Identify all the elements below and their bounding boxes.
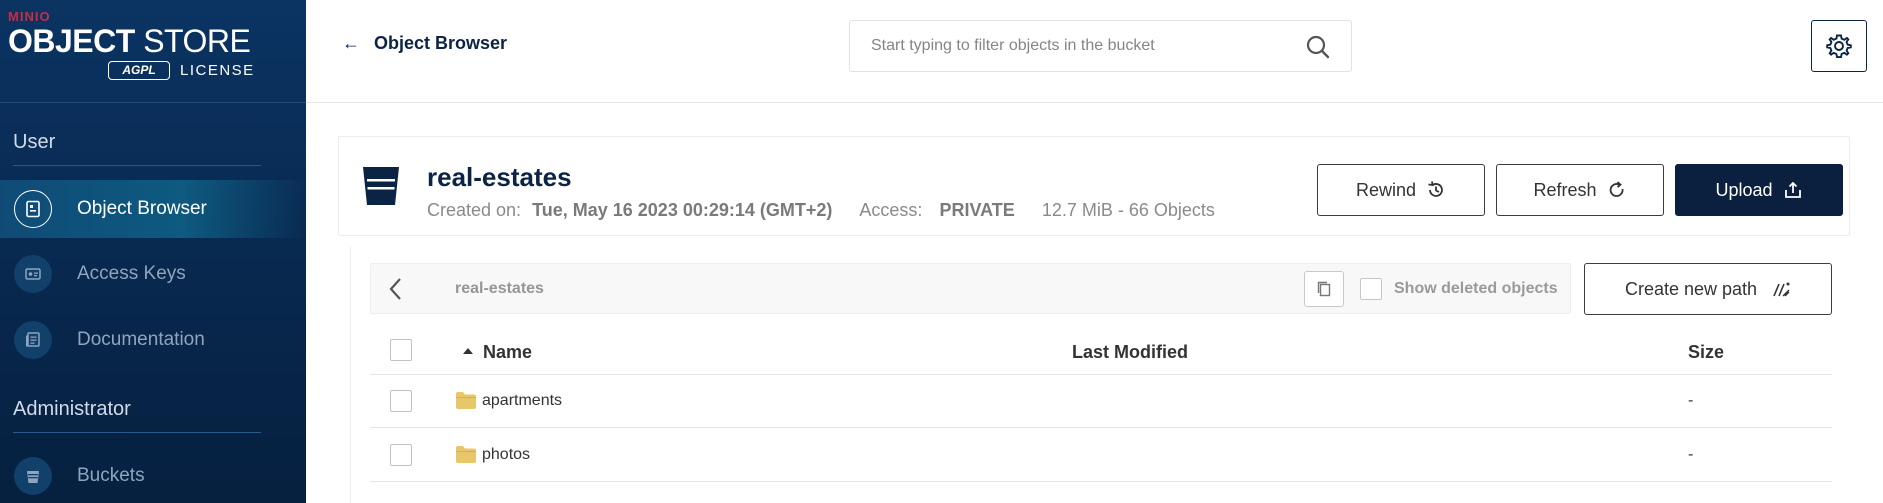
- sort-asc-icon[interactable]: [463, 348, 473, 354]
- bucket-meta: Created on: Tue, May 16 2023 00:29:14 (G…: [427, 200, 1215, 221]
- rewind-button-label: Rewind: [1355, 179, 1417, 200]
- section-title-administrator: Administrator: [13, 398, 131, 420]
- create-new-path-button[interactable]: Create new path: [1584, 263, 1832, 315]
- section-title-user: User: [13, 131, 56, 153]
- column-header-name[interactable]: Name: [483, 342, 532, 363]
- copy-icon: [1317, 281, 1331, 297]
- table-row[interactable]: photos -: [370, 429, 1832, 482]
- folder-icon: [456, 392, 476, 409]
- chevron-left-icon[interactable]: [383, 276, 409, 302]
- sidebar-item-label: Access Keys: [77, 263, 186, 284]
- access-keys-icon: [14, 255, 52, 293]
- documentation-icon: [14, 321, 52, 359]
- section-divider: [13, 432, 261, 433]
- access-value: PRIVATE: [939, 200, 1015, 220]
- show-deleted-checkbox[interactable]: [1360, 278, 1382, 300]
- object-browser-icon: [14, 190, 52, 228]
- buckets-icon: [14, 457, 52, 495]
- access-label: Access:: [859, 200, 923, 220]
- row-size: -: [1688, 446, 1694, 463]
- table-row[interactable]: apartments -: [370, 375, 1832, 428]
- create-path-label: Create new path: [1624, 278, 1758, 299]
- folder-icon: [456, 446, 476, 463]
- upload-button-label: Upload: [1715, 179, 1773, 200]
- upload-icon: [1784, 181, 1801, 198]
- search-icon[interactable]: [1305, 34, 1331, 60]
- created-value: Tue, May 16 2023 00:29:14 (GMT+2): [532, 200, 833, 220]
- sidebar-item-label: Object Browser: [77, 198, 207, 219]
- gear-icon: [1826, 34, 1852, 59]
- bucket-header: real-estates Created on: Tue, May 16 202…: [338, 136, 1850, 236]
- bucket-summary: 12.7 MiB - 66 Objects: [1041, 200, 1215, 220]
- column-header-size[interactable]: Size: [1688, 342, 1724, 363]
- new-path-icon: [1773, 282, 1790, 297]
- column-header-last-modified[interactable]: Last Modified: [1072, 342, 1188, 363]
- sidebar: MINIO OBJECT STORE AGPL LICENSE User Obj…: [0, 0, 306, 503]
- agpl-badge: AGPL: [108, 61, 170, 80]
- object-browser-panel: real-estates Show deleted objects Create…: [350, 247, 1850, 503]
- arrow-left-icon: ←: [342, 33, 360, 53]
- refresh-icon: [1609, 181, 1623, 197]
- sidebar-item-object-browser[interactable]: Object Browser: [0, 180, 306, 238]
- show-deleted-label: Show deleted objects: [1394, 280, 1558, 297]
- sidebar-item-documentation[interactable]: Documentation: [0, 311, 306, 369]
- sidebar-item-buckets[interactable]: Buckets: [0, 447, 306, 503]
- sidebar-item-access-keys[interactable]: Access Keys: [0, 245, 306, 303]
- copy-path-button[interactable]: [1304, 271, 1344, 307]
- back-to-object-browser-link[interactable]: ← Object Browser: [342, 33, 507, 54]
- top-bar: ← Object Browser: [306, 0, 1883, 103]
- logo[interactable]: MINIO OBJECT STORE AGPL LICENSE: [0, 0, 306, 103]
- row-checkbox[interactable]: [390, 390, 412, 412]
- refresh-button-label: Refresh: [1533, 179, 1597, 200]
- filter-objects-input[interactable]: [850, 21, 1290, 71]
- created-label: Created on:: [427, 200, 522, 220]
- app-root: MINIO OBJECT STORE AGPL LICENSE User Obj…: [0, 0, 1883, 503]
- breadcrumb[interactable]: real-estates: [455, 280, 544, 298]
- sidebar-item-label: Buckets: [77, 465, 145, 486]
- bucket-icon: [363, 167, 399, 205]
- path-bar: real-estates Show deleted objects: [370, 263, 1571, 314]
- row-name: apartments: [482, 392, 563, 409]
- row-checkbox[interactable]: [390, 444, 412, 466]
- select-all-checkbox[interactable]: [390, 339, 412, 361]
- row-size: -: [1688, 392, 1694, 409]
- license-label: LICENSE: [180, 62, 255, 79]
- sidebar-item-label: Documentation: [77, 329, 205, 350]
- upload-button[interactable]: Upload: [1675, 164, 1843, 216]
- settings-button[interactable]: [1811, 20, 1867, 72]
- logo-brand: MINIO: [8, 9, 51, 24]
- search-box: [849, 20, 1352, 72]
- section-divider: [13, 165, 261, 166]
- rewind-button[interactable]: Rewind: [1317, 164, 1485, 216]
- logo-title: OBJECT STORE: [8, 23, 251, 59]
- row-name: photos: [482, 446, 531, 463]
- table-header: Name Last Modified Size: [370, 326, 1832, 375]
- bucket-name: real-estates: [427, 162, 572, 192]
- history-icon: [1428, 181, 1443, 197]
- refresh-button[interactable]: Refresh: [1496, 164, 1664, 216]
- back-link-label: Object Browser: [374, 33, 508, 53]
